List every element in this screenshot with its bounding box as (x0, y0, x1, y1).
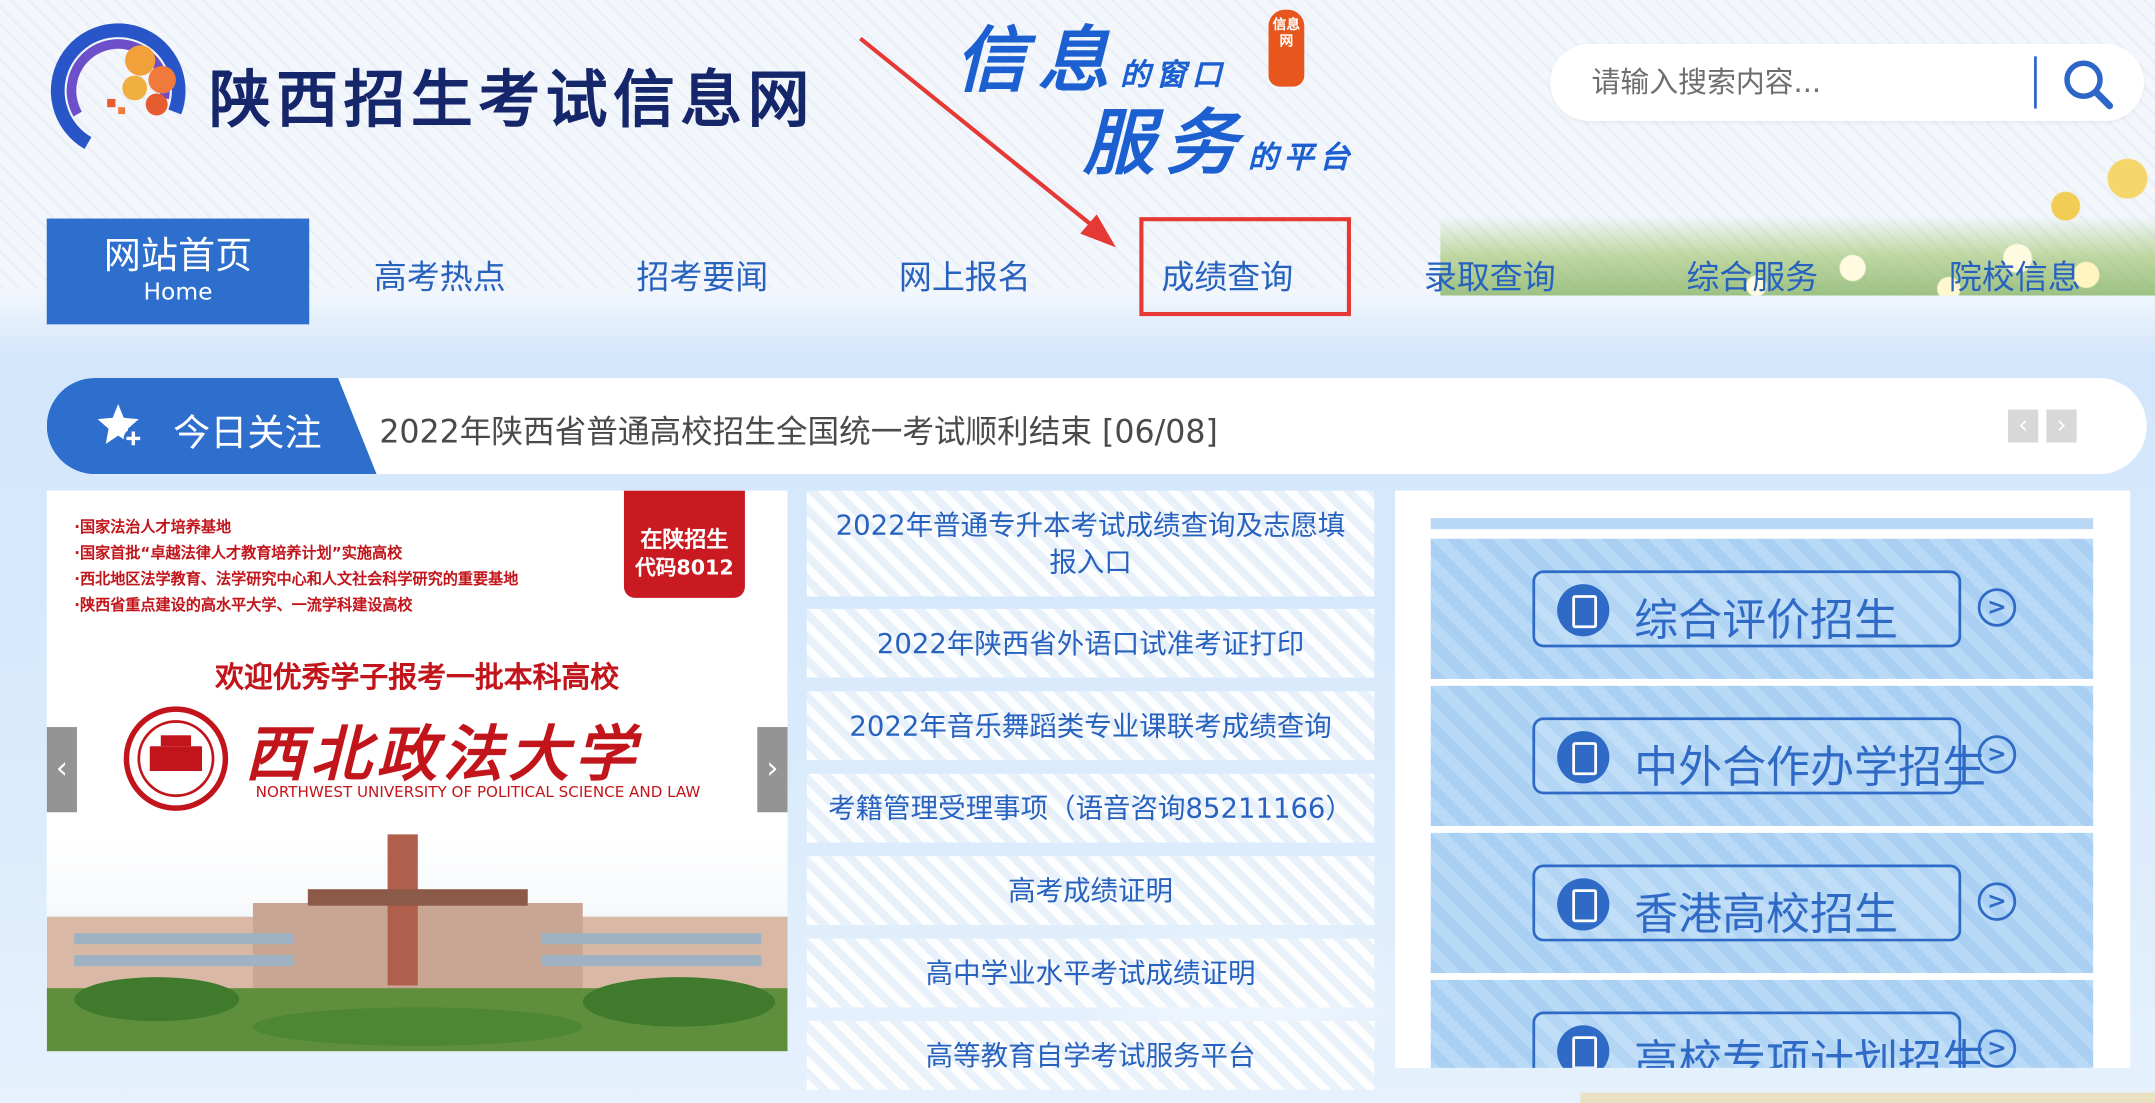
quick-link-music-dance-score[interactable]: 2022年音乐舞蹈类专业课联考成绩查询 (806, 691, 1375, 761)
chevron-right-icon: > (1977, 735, 2017, 774)
university-name-en: NORTHWEST UNIVERSITY OF POLITICAL SCIENC… (255, 783, 701, 802)
tile-pill: 综合评价招生 (1532, 570, 1962, 648)
slogan-badge: 信息网 (1268, 9, 1305, 87)
nav-home-button[interactable]: 网站首页 Home (46, 218, 310, 325)
tile-label: 香港高校招生 (1634, 887, 1899, 941)
banner-point: ·西北地区法学教育、法学研究中心和人文社会科学研究的重要基地 (74, 570, 519, 589)
today-focus-title: 今日关注 (173, 412, 322, 455)
campus-photo (46, 834, 788, 1052)
search-box (1550, 43, 2145, 121)
enrollment-tag-line1: 在陕招生 (640, 526, 729, 553)
nav-item-admission-query[interactable]: 录取查询 (1366, 250, 1613, 298)
today-focus-label: 今日关注 (46, 377, 377, 475)
site-logo-icon[interactable] (47, 19, 190, 154)
focus-headline-link[interactable]: 2022年陕西省普通高校招生全国统一考试顺利结束 [06/08] (379, 405, 1217, 452)
tile-special-plan[interactable]: 高校专项计划招生 > (1430, 979, 2094, 1068)
today-focus-bar: 今日关注 2022年陕西省普通高校招生全国统一考试顺利结束 [06/08] ‹ … (46, 377, 2147, 475)
footer-decoration (1580, 1092, 2155, 1103)
chevron-right-icon: > (1977, 588, 2017, 627)
tile-label: 高校专项计划招生 (1634, 1034, 1986, 1068)
banner-prev-button[interactable]: ‹ (46, 727, 77, 813)
quick-link-proficiency-score-certificate[interactable]: 高中学业水平考试成绩证明 (806, 938, 1375, 1008)
nav-item-gaokao-hot[interactable]: 高考热点 (316, 250, 563, 298)
slogan-line-2-small: 的平台 (1247, 141, 1356, 176)
annotation-arrow-icon (859, 36, 1116, 248)
quick-link-oral-exam-ticket[interactable]: 2022年陕西省外语口试准考证打印 (806, 608, 1375, 678)
panel-top-strip (1430, 518, 2094, 530)
tile-pill: 中外合作办学招生 (1532, 717, 1986, 795)
search-divider (2034, 56, 2037, 109)
banner-point: ·国家法治人才培养基地 (74, 518, 232, 537)
special-admission-panel: 综合评价招生 > 中外合作办学招生 > 香港高校招生 > 高校专项计划招生 > (1394, 490, 2131, 1068)
nav-item-college-info[interactable]: 院校信息 (1891, 250, 2138, 298)
quick-link-record-management[interactable]: 考籍管理受理事项（语音咨询85211166） (806, 773, 1375, 843)
id-card-icon (1557, 731, 1610, 784)
search-input[interactable] (1591, 57, 2032, 108)
nav-home-label: 网站首页 (103, 235, 253, 278)
tile-sino-foreign-cooperation[interactable]: 中外合作办学招生 > (1430, 685, 2094, 826)
banner-welcome: 欢迎优秀学子报考一批本科高校 (215, 661, 620, 695)
focus-next-button[interactable]: › (2046, 409, 2077, 443)
tile-label: 中外合作办学招生 (1634, 740, 1986, 794)
search-icon[interactable] (2059, 55, 2117, 113)
tile-pill: 香港高校招生 (1532, 864, 1962, 942)
id-card-icon (1557, 1025, 1610, 1068)
star-plus-icon (97, 404, 143, 449)
banner-point: ·国家首批“卓越法律人才教育培养计划”实施高校 (74, 544, 403, 563)
nav-item-exam-news[interactable]: 招考要闻 (579, 250, 826, 298)
quick-link-gaokao-score-certificate[interactable]: 高考成绩证明 (806, 856, 1375, 925)
banner-next-button[interactable]: › (757, 727, 788, 813)
chevron-right-icon: > (1977, 1029, 2017, 1068)
university-name: 西北政法大学 (244, 720, 641, 791)
chevron-right-icon: > (1977, 882, 2017, 921)
site-title[interactable]: 陕西招生考试信息网 (209, 49, 815, 138)
nav-home-sublabel: Home (143, 278, 213, 307)
id-card-icon (1557, 584, 1610, 637)
enrollment-tag-line2: 代码8012 (635, 555, 734, 580)
focus-prev-button[interactable]: ‹ (2007, 409, 2039, 443)
tile-pill: 高校专项计划招生 (1532, 1011, 1986, 1068)
score-query-highlight-box (1139, 217, 1351, 317)
quick-link-self-study-platform[interactable]: 高等教育自学考试服务平台 (806, 1021, 1375, 1090)
nav-item-general-services[interactable]: 综合服务 (1629, 250, 1876, 298)
university-banner[interactable]: ·国家法治人才培养基地 ·国家首批“卓越法律人才教育培养计划”实施高校 ·西北地… (46, 490, 788, 1052)
tile-comprehensive-evaluation[interactable]: 综合评价招生 > (1430, 538, 2094, 679)
banner-point: ·陕西省重点建设的高水平大学、一流学科建设高校 (74, 596, 413, 615)
banner-points: ·国家法治人才培养基地 ·国家首批“卓越法律人才教育培养计划”实施高校 ·西北地… (74, 514, 518, 618)
tile-label: 综合评价招生 (1634, 593, 1899, 646)
page: 陕西招生考试信息网 信息的窗口 信息网 服务的平台 网站首页 Home 高考热点… (0, 0, 2155, 1103)
id-card-icon (1557, 878, 1610, 931)
university-emblem-icon (123, 706, 229, 811)
enrollment-code-tag: 在陕招生 代码8012 (623, 490, 745, 598)
quick-link-upgrade-score[interactable]: 2022年普通专升本考试成绩查询及志愿填报入口 (806, 490, 1375, 597)
tile-hong-kong-universities[interactable]: 香港高校招生 > (1430, 832, 2094, 974)
